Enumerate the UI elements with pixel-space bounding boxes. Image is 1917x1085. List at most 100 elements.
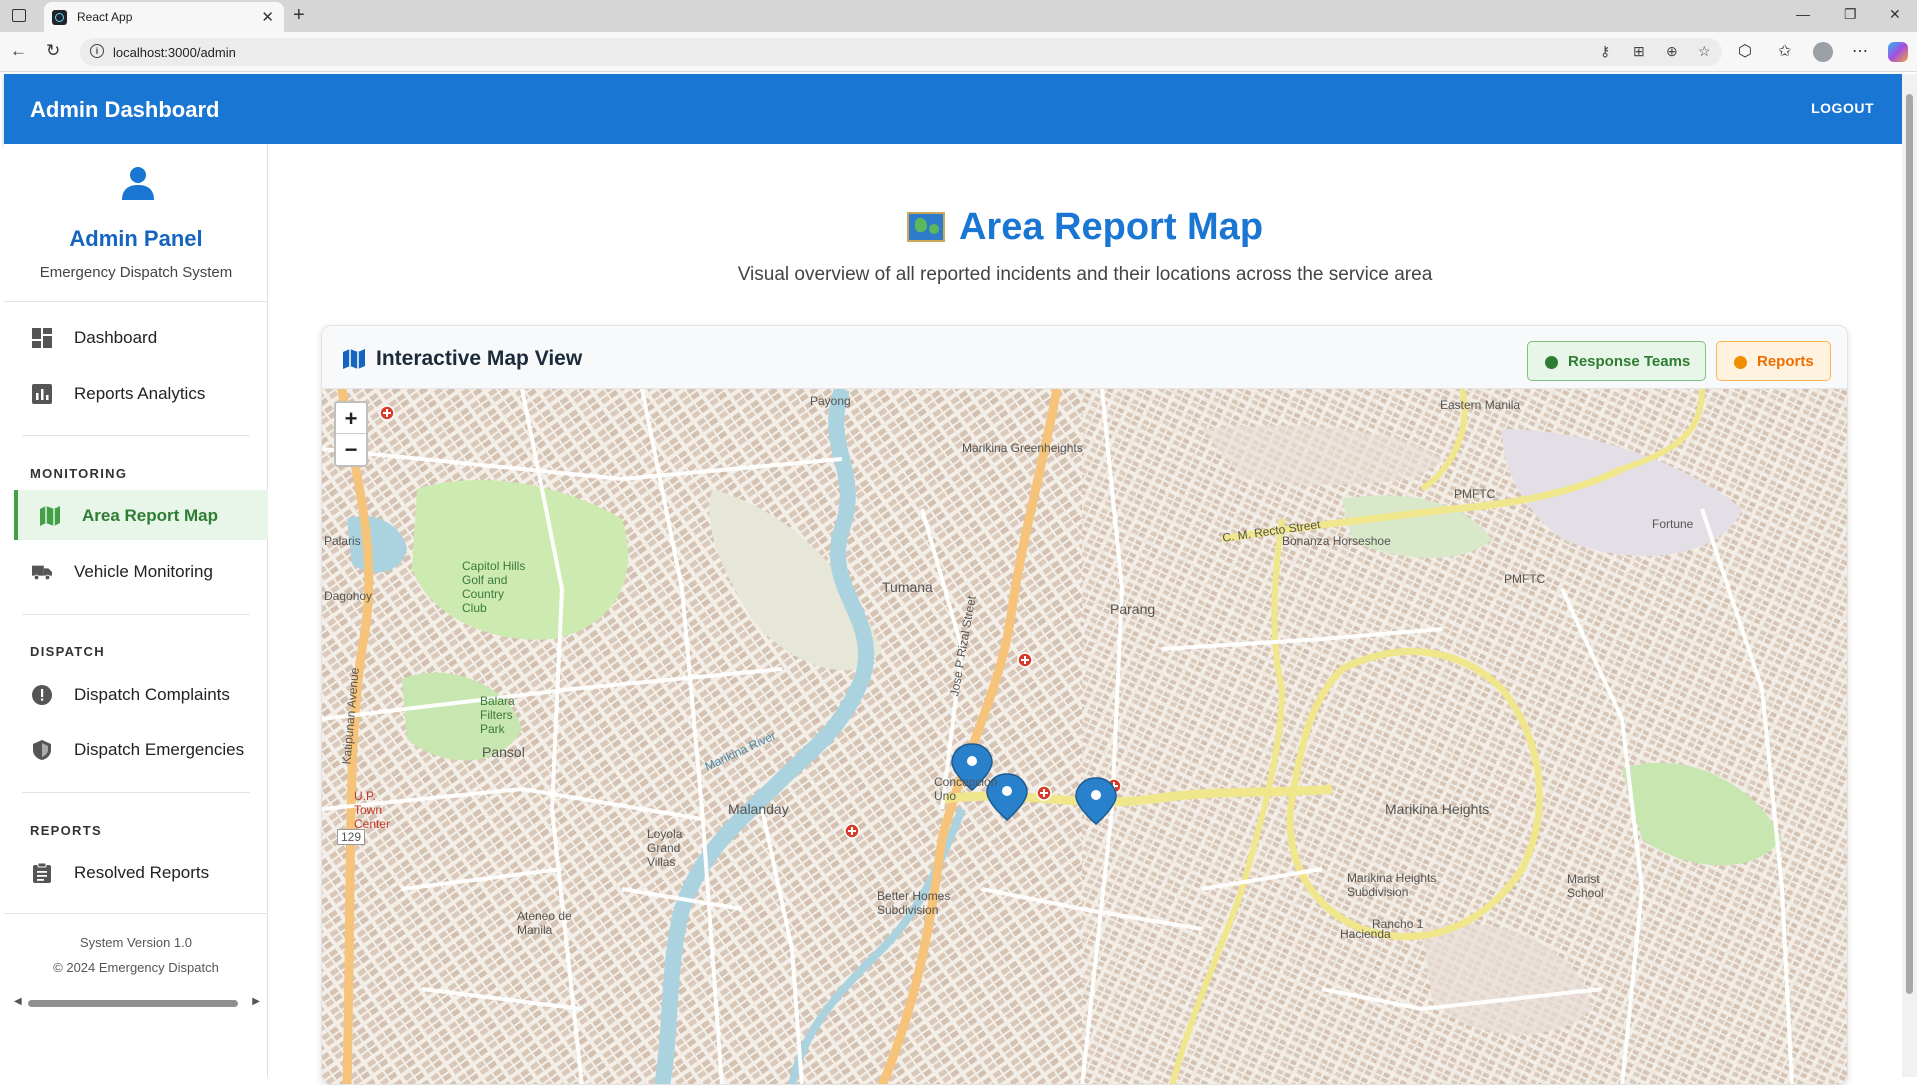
map-label: Capitol Hills Golf and Country Club bbox=[462, 559, 526, 615]
map-label: Balara Filters Park bbox=[480, 694, 515, 736]
scrollbar-thumb[interactable] bbox=[28, 1000, 238, 1007]
scroll-left-icon[interactable]: ◀ bbox=[14, 996, 22, 1007]
map-label: Payong bbox=[810, 394, 851, 408]
map-icon bbox=[343, 349, 365, 369]
map-label: Loyola Grand Villas bbox=[647, 827, 683, 869]
map-label: Ateneo de Manila bbox=[517, 909, 572, 937]
map-label: Concepcion Uno bbox=[934, 775, 998, 803]
extensions-icon[interactable]: ⬡ bbox=[1738, 41, 1752, 61]
page-title: Area Report Map bbox=[268, 206, 1902, 249]
sidebar-item-area-report-map[interactable]: Area Report Map bbox=[14, 490, 268, 540]
system-version: System Version 1.0 bbox=[80, 935, 192, 950]
address-bar: ← ↻ i localhost:3000/admin ⚷ ⊞ ⊕ ☆ ⬡ ✩ ⋯ bbox=[0, 32, 1917, 72]
new-tab-icon[interactable]: + bbox=[293, 4, 305, 27]
zoom-out-button[interactable]: − bbox=[336, 434, 366, 465]
url-field[interactable]: i localhost:3000/admin ⚷ ⊞ ⊕ ☆ bbox=[80, 38, 1722, 66]
favorite-star-icon[interactable]: ☆ bbox=[1698, 43, 1711, 60]
person-icon bbox=[122, 167, 154, 200]
sidebar-item-resolved-reports[interactable]: Resolved Reports bbox=[14, 847, 268, 897]
map-label: Malanday bbox=[728, 801, 789, 817]
map-label: PMFTC bbox=[1504, 572, 1546, 586]
map-label: Tumana bbox=[882, 579, 933, 595]
key-icon[interactable]: ⚷ bbox=[1600, 43, 1610, 60]
sidebar-item-dashboard[interactable]: Dashboard bbox=[14, 312, 268, 362]
map-label: Marikina Heights Subdivision bbox=[1347, 871, 1437, 899]
alert-icon bbox=[32, 685, 52, 705]
close-window-icon[interactable]: ✕ bbox=[1889, 6, 1901, 23]
reports-legend-button[interactable]: Reports bbox=[1716, 341, 1831, 381]
site-info-icon[interactable]: i bbox=[90, 44, 104, 58]
map-label: Bonanza Horseshoe bbox=[1282, 534, 1391, 548]
map-label: PMFTC bbox=[1454, 487, 1496, 501]
orange-dot-icon bbox=[1734, 356, 1747, 369]
sidebar-horizontal-scrollbar[interactable]: ◀ ▶ bbox=[12, 996, 262, 1010]
analytics-icon bbox=[32, 384, 52, 404]
sidebar-item-dispatch-emergencies[interactable]: Dispatch Emergencies bbox=[14, 724, 268, 774]
copyright: © 2024 Emergency Dispatch bbox=[53, 960, 219, 975]
sidebar-item-label: Vehicle Monitoring bbox=[74, 562, 213, 581]
divider bbox=[22, 435, 250, 436]
page-title-text: Area Report Map bbox=[958, 206, 1264, 248]
restore-icon[interactable]: ❐ bbox=[1844, 6, 1857, 23]
admin-panel-title: Admin Panel bbox=[69, 226, 203, 251]
sidebar-item-label: Dispatch Emergencies bbox=[74, 740, 245, 759]
sidebar-item-reports-analytics[interactable]: Reports Analytics bbox=[14, 368, 268, 418]
app-header: Admin Dashboard LOGOUT bbox=[4, 74, 1902, 144]
map-label: Eastern Manila bbox=[1440, 398, 1521, 412]
map-label: Fortune bbox=[1652, 517, 1694, 531]
response-teams-legend-button[interactable]: Response Teams bbox=[1527, 341, 1706, 381]
main-content: Area Report Map Visual overview of all r… bbox=[268, 144, 1902, 1085]
sidebar-item-dispatch-complaints[interactable]: Dispatch Complaints bbox=[14, 669, 268, 719]
green-dot-icon bbox=[1545, 356, 1558, 369]
profile-avatar[interactable] bbox=[1813, 42, 1833, 62]
map-icon bbox=[40, 506, 60, 526]
logout-button[interactable]: LOGOUT bbox=[1811, 100, 1874, 116]
back-icon[interactable]: ← bbox=[10, 41, 27, 61]
map-label: Marikina Heights bbox=[1385, 801, 1490, 817]
tab-title: React App bbox=[77, 10, 133, 24]
window-menu-icon[interactable] bbox=[12, 9, 26, 22]
page-scrollbar-thumb[interactable] bbox=[1906, 94, 1913, 994]
map-label: Marist School bbox=[1567, 872, 1604, 900]
more-menu-icon[interactable]: ⋯ bbox=[1852, 41, 1868, 61]
legend-label: Response Teams bbox=[1568, 353, 1691, 370]
zoom-in-button[interactable]: + bbox=[336, 403, 366, 434]
page-scrollbar[interactable] bbox=[1902, 74, 1917, 1077]
interactive-map[interactable]: Payong Marikina Greenheights PMFTC PMFTC… bbox=[322, 389, 1847, 1084]
divider bbox=[22, 792, 250, 793]
route-shield: 129 bbox=[337, 829, 366, 845]
zoom-control: + − bbox=[334, 401, 368, 467]
favorites-icon[interactable]: ✩ bbox=[1778, 41, 1791, 61]
section-heading-reports: REPORTS bbox=[30, 823, 102, 838]
sidebar-item-label: Reports Analytics bbox=[74, 384, 206, 403]
copilot-icon[interactable] bbox=[1888, 42, 1908, 62]
app-available-icon[interactable]: ⊞ bbox=[1633, 43, 1645, 60]
divider bbox=[4, 301, 268, 302]
sidebar-item-label: Dispatch Complaints bbox=[74, 685, 230, 704]
sidebar-item-label: Dashboard bbox=[74, 328, 158, 347]
divider bbox=[4, 913, 268, 914]
page-subtitle: Visual overview of all reported incident… bbox=[737, 264, 1433, 285]
sidebar-item-label: Resolved Reports bbox=[74, 863, 210, 882]
world-map-icon bbox=[906, 212, 945, 242]
zoom-icon[interactable]: ⊕ bbox=[1666, 43, 1678, 60]
reload-icon[interactable]: ↻ bbox=[46, 41, 60, 61]
browser-tab[interactable]: React App ✕ bbox=[44, 2, 284, 32]
url-text[interactable]: localhost:3000/admin bbox=[113, 45, 236, 60]
sidebar-item-label: Area Report Map bbox=[82, 506, 219, 525]
map-label: Parang bbox=[1110, 601, 1156, 617]
minimize-icon[interactable]: — bbox=[1796, 6, 1810, 22]
truck-icon bbox=[32, 565, 52, 581]
shield-icon bbox=[33, 740, 51, 760]
sidebar-item-vehicle-monitoring[interactable]: Vehicle Monitoring bbox=[14, 546, 268, 596]
map-label: Better Homes Subdivision bbox=[877, 889, 951, 917]
map-tiles bbox=[322, 389, 1847, 1084]
app-title: Admin Dashboard bbox=[30, 97, 220, 122]
clipboard-icon bbox=[33, 863, 51, 883]
map-label: Hacienda bbox=[1340, 927, 1391, 941]
section-heading-dispatch: DISPATCH bbox=[30, 644, 105, 659]
close-tab-icon[interactable]: ✕ bbox=[261, 8, 274, 26]
map-label: Dagohoy bbox=[324, 589, 373, 603]
sidebar: Admin Panel Emergency Dispatch System Da… bbox=[4, 144, 268, 1077]
scroll-right-icon[interactable]: ▶ bbox=[252, 996, 260, 1007]
